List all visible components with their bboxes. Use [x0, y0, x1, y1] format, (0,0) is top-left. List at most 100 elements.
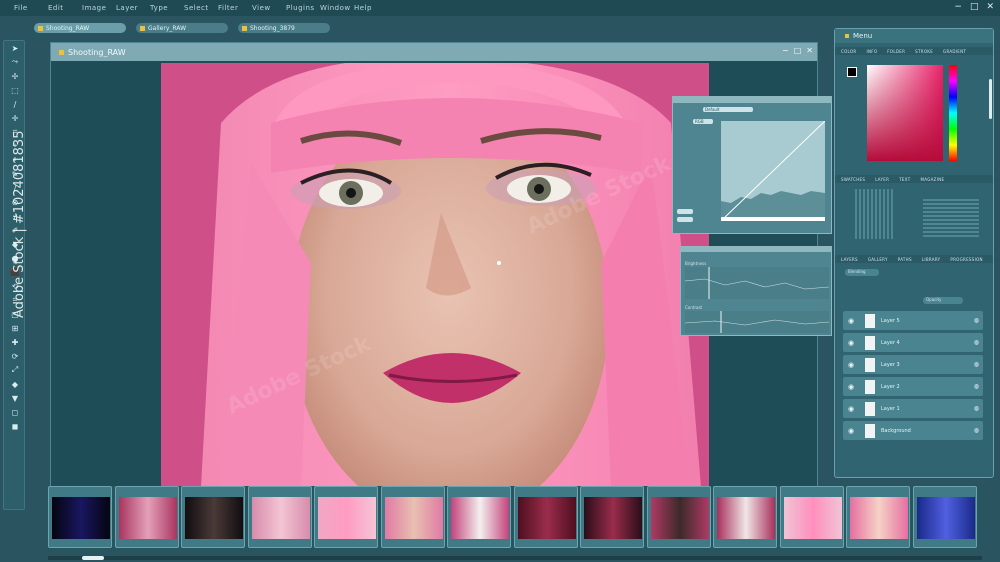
- filmstrip-thumbnail[interactable]: [713, 486, 777, 548]
- section-layers[interactable]: LAYERS: [841, 257, 858, 262]
- brush-preview-grid[interactable]: [855, 189, 895, 239]
- filmstrip-thumbnail[interactable]: [580, 486, 644, 548]
- tool-icon[interactable]: ✚: [4, 335, 26, 349]
- lock-icon[interactable]: ◍: [974, 383, 979, 390]
- section-gradient[interactable]: GRADIENT: [943, 49, 966, 54]
- eye-icon[interactable]: ◉: [843, 339, 859, 347]
- color-picker-field[interactable]: [867, 65, 943, 161]
- blend-mode-select[interactable]: Blending: [845, 269, 879, 276]
- section-text[interactable]: TEXT: [899, 177, 910, 182]
- menu-item-view[interactable]: View: [252, 4, 286, 12]
- eye-icon[interactable]: ◉: [843, 405, 859, 413]
- section-info[interactable]: INFO: [866, 49, 877, 54]
- opacity-field[interactable]: Opacity: [923, 297, 963, 304]
- section-folder[interactable]: FOLDER: [887, 49, 905, 54]
- tool-icon[interactable]: ⤳: [4, 55, 26, 69]
- tool-icon[interactable]: ⊞: [4, 321, 26, 335]
- tool-icon[interactable]: ▼: [4, 391, 26, 405]
- section-progression[interactable]: PROGRESSION: [950, 257, 982, 262]
- section-layer[interactable]: LAYER: [875, 177, 889, 182]
- tool-icon[interactable]: ⤢: [4, 363, 26, 377]
- tool-icon[interactable]: ◻: [4, 405, 26, 419]
- section-magazine[interactable]: MAGAZINE: [920, 177, 944, 182]
- eye-icon[interactable]: ◉: [843, 361, 859, 369]
- close-icon[interactable]: ✕: [806, 46, 813, 55]
- tab-shooting-raw[interactable]: Shooting_RAW: [34, 23, 126, 33]
- filmstrip-thumbnail[interactable]: [114, 486, 179, 548]
- minimize-icon[interactable]: −: [954, 2, 962, 12]
- filmstrip-thumbnail[interactable]: [846, 486, 910, 548]
- maximize-icon[interactable]: □: [970, 2, 979, 12]
- close-icon[interactable]: ✕: [986, 2, 994, 12]
- layer-row[interactable]: ◉ Layer 4 ◍: [843, 333, 983, 352]
- filmstrip-thumbnail[interactable]: [447, 486, 511, 548]
- hue-slider[interactable]: [949, 65, 957, 161]
- tool-icon[interactable]: ⬚: [4, 83, 26, 97]
- tool-icon[interactable]: ∕: [4, 97, 26, 111]
- eye-icon[interactable]: ◉: [843, 383, 859, 391]
- filmstrip-thumbnail[interactable]: [779, 486, 844, 548]
- filmstrip-thumbnail[interactable]: [247, 486, 312, 548]
- section-color[interactable]: COLOR: [841, 49, 856, 54]
- maximize-icon[interactable]: □: [794, 46, 802, 55]
- lock-icon[interactable]: ◍: [974, 427, 979, 434]
- filmstrip-thumbnail[interactable]: [646, 486, 711, 548]
- menu-item-window[interactable]: Window: [320, 4, 354, 12]
- brightness-histogram[interactable]: [685, 267, 829, 299]
- menu-item-select[interactable]: Select: [184, 4, 218, 12]
- tool-icon[interactable]: ◆: [4, 377, 26, 391]
- layer-row[interactable]: ◉ Layer 1 ◍: [843, 399, 983, 418]
- menu-item-file[interactable]: File: [14, 4, 48, 12]
- menu-item-type[interactable]: Type: [150, 4, 184, 12]
- contrast-histogram[interactable]: [685, 311, 829, 333]
- menu-item-image[interactable]: Image: [82, 4, 116, 12]
- menu-item-layer[interactable]: Layer: [116, 4, 150, 12]
- lock-icon[interactable]: ◍: [974, 339, 979, 346]
- layer-row[interactable]: ◉ Background ◍: [843, 421, 983, 440]
- panel-scrollbar[interactable]: [989, 79, 992, 119]
- scrollbar-knob[interactable]: [82, 556, 104, 560]
- lock-icon[interactable]: ◍: [974, 361, 979, 368]
- filmstrip-thumbnail[interactable]: [48, 486, 112, 548]
- portrait-canvas[interactable]: Adobe Stock Adobe Stock: [161, 63, 709, 487]
- minimize-icon[interactable]: −: [782, 46, 789, 55]
- filmstrip-thumbnail[interactable]: [513, 486, 578, 548]
- pattern-preview-grid[interactable]: [923, 199, 979, 237]
- tool-icon[interactable]: ◼: [4, 419, 26, 433]
- curves-graph[interactable]: [721, 121, 825, 221]
- curves-channel-select[interactable]: RGB: [693, 119, 713, 124]
- section-library[interactable]: LIBRARY: [922, 257, 941, 262]
- menu-item-filter[interactable]: Filter: [218, 4, 252, 12]
- curves-preset-select[interactable]: Default: [703, 107, 753, 112]
- filmstrip-scrollbar[interactable]: [48, 556, 982, 560]
- section-gallery[interactable]: GALLERY: [868, 257, 888, 262]
- lock-icon[interactable]: ◍: [974, 317, 979, 324]
- levels-panel[interactable]: Brightness Contrast: [680, 246, 832, 336]
- section-stroke[interactable]: STROKE: [915, 49, 933, 54]
- layer-row[interactable]: ◉ Layer 2 ◍: [843, 377, 983, 396]
- tool-icon[interactable]: ✢: [4, 69, 26, 83]
- eye-icon[interactable]: ◉: [843, 317, 859, 325]
- tab-gallery-raw[interactable]: Gallery_RAW: [136, 23, 228, 33]
- filmstrip-thumbnail[interactable]: [912, 486, 977, 548]
- lock-icon[interactable]: ◍: [974, 405, 979, 412]
- tool-icon[interactable]: ⟳: [4, 349, 26, 363]
- filmstrip-thumbnail[interactable]: [181, 486, 245, 548]
- menu-item-help[interactable]: Help: [354, 4, 388, 12]
- eye-icon[interactable]: ◉: [843, 427, 859, 435]
- menu-item-plugins[interactable]: Plugins: [286, 4, 320, 12]
- section-swatches[interactable]: SWATCHES: [841, 177, 865, 182]
- tool-icon[interactable]: ➤: [4, 41, 26, 55]
- section-paths[interactable]: PATHS: [898, 257, 912, 262]
- curves-panel[interactable]: Default RGB: [672, 96, 832, 234]
- foreground-color-swatch[interactable]: [847, 67, 857, 77]
- tool-icon[interactable]: ✛: [4, 111, 26, 125]
- filmstrip-thumbnail[interactable]: [314, 486, 378, 548]
- filmstrip-thumbnail[interactable]: [380, 486, 445, 548]
- curves-input-field[interactable]: [677, 209, 693, 214]
- curves-output-field[interactable]: [677, 217, 693, 222]
- layer-row[interactable]: ◉ Layer 3 ◍: [843, 355, 983, 374]
- menu-item-edit[interactable]: Edit: [48, 4, 82, 12]
- tab-shooting-3879[interactable]: Shooting_3879: [238, 23, 330, 33]
- layer-row[interactable]: ◉ Layer 5 ◍: [843, 311, 983, 330]
